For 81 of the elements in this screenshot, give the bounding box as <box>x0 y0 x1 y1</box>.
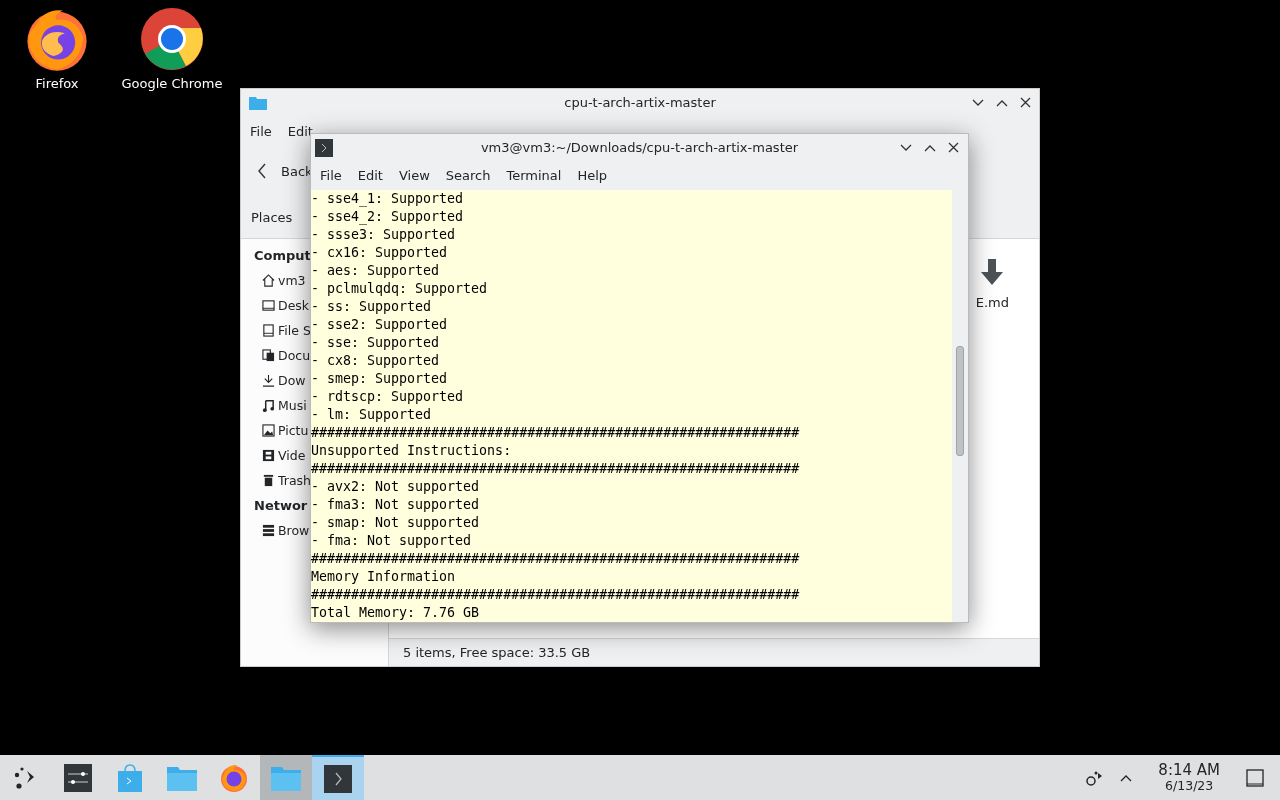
terminal-line: - ss: Supported <box>311 299 432 314</box>
terminal-line: Unsupported Instructions: <box>311 443 512 458</box>
server-icon <box>262 524 275 537</box>
film-icon <box>262 449 275 462</box>
show-desktop-icon[interactable] <box>1246 768 1264 787</box>
terminal-line: - fma3: Not supported <box>311 497 480 512</box>
maximize-icon[interactable] <box>996 98 1008 107</box>
trash-icon <box>262 474 275 487</box>
terminal-line: - pclmulqdq: Supported <box>311 281 488 296</box>
menu-item[interactable]: View <box>390 168 438 183</box>
terminal-line: - sse4_1: Supported <box>311 191 464 206</box>
status-bar-text: 5 items, Free space: 33.5 GB <box>403 645 591 660</box>
menu-item[interactable]: File <box>250 123 272 139</box>
sidebar-item[interactable]: Pictu <box>278 423 309 438</box>
terminal-line: Total Memory: 7.76 GB <box>311 605 480 620</box>
minimize-icon[interactable] <box>900 143 912 152</box>
terminal-line: - lm: Supported <box>311 407 432 422</box>
terminal-line: - sse4_2: Supported <box>311 209 464 224</box>
menu-item[interactable]: Help <box>569 168 616 183</box>
scrollbar-thumb[interactable] <box>956 346 964 456</box>
menu-item[interactable]: File <box>312 168 350 183</box>
sidebar-heading: Comput <box>254 248 311 263</box>
terminal-line: ############################################################# <box>311 461 800 476</box>
terminal-line: - cx16: Supported <box>311 245 448 260</box>
sliders-icon[interactable] <box>64 763 92 792</box>
sidebar-item[interactable]: vm3 <box>278 273 306 288</box>
clock-time[interactable]: 8:14 AM <box>1158 762 1220 778</box>
image-icon <box>262 424 275 437</box>
desktop-icon-label[interactable]: Firefox <box>35 76 79 91</box>
sidebar-heading: Networ <box>254 498 308 513</box>
terminal-line: ############################################################# <box>311 551 800 566</box>
terminal-line: - sse: Supported <box>311 335 440 350</box>
file-name[interactable]: E.md <box>975 295 1009 310</box>
chevron-up-icon[interactable] <box>1120 773 1133 782</box>
places-label: Places <box>251 209 293 225</box>
terminal-line: - aes: Supported <box>311 263 440 278</box>
menu-item[interactable]: Edit <box>349 168 391 183</box>
terminal-line: - avx2: Not supported <box>311 479 480 494</box>
window-title: vm3@vm3:~/Downloads/cpu-t-arch-artix-master <box>480 140 799 155</box>
terminal-line: - smep: Supported <box>311 371 448 386</box>
download-icon <box>262 374 275 387</box>
terminal-line: - ssse3: Supported <box>311 227 456 242</box>
music-note-icon <box>262 399 275 412</box>
terminal-icon[interactable] <box>324 764 352 793</box>
drive-icon <box>262 324 275 337</box>
chrome-icon[interactable] <box>139 6 205 72</box>
terminal-line: - smap: Not supported <box>311 515 480 530</box>
home-icon <box>262 274 275 287</box>
menu-item[interactable]: Search <box>437 168 499 183</box>
menu-item[interactable]: Edit <box>287 123 313 139</box>
sidebar-item[interactable]: File S <box>278 323 311 338</box>
terminal-line: ############################################################# <box>311 425 800 440</box>
back-icon[interactable] <box>257 163 267 179</box>
desktop-icon-label[interactable]: Google Chrome <box>121 76 223 91</box>
sidebar-item[interactable]: Trash <box>278 473 312 488</box>
terminal-icon <box>315 138 333 157</box>
terminal-line: - sse2: Supported <box>311 317 448 332</box>
sidebar-item[interactable]: Dow <box>278 373 306 388</box>
close-icon[interactable] <box>948 142 959 153</box>
window-title: cpu-t-arch-artix-master <box>564 95 716 110</box>
menu-item[interactable]: Terminal <box>498 168 570 183</box>
download-arrow-icon[interactable] <box>981 259 1004 285</box>
sidebar-item[interactable]: Docu <box>278 348 311 363</box>
sidebar-item[interactable]: Brow <box>278 523 310 538</box>
monitor-icon <box>262 299 275 312</box>
close-icon[interactable] <box>1020 97 1031 108</box>
folder-icon <box>249 95 267 110</box>
sidebar-item[interactable]: Vide <box>278 448 306 463</box>
sidebar-item[interactable]: Musi <box>278 398 307 413</box>
terminal-line: ############################################################# <box>311 587 800 602</box>
terminal-line: - fma: Not supported <box>311 533 472 548</box>
minimize-icon[interactable] <box>972 98 984 107</box>
document-icon <box>262 349 275 362</box>
terminal-line: - rdtscp: Supported <box>311 389 464 404</box>
clock-date[interactable]: 6/13/23 <box>1165 777 1214 793</box>
sidebar-item[interactable]: Desk <box>278 298 310 313</box>
terminal-line: - cx8: Supported <box>311 353 440 368</box>
scrollbar[interactable] <box>952 190 968 622</box>
maximize-icon[interactable] <box>924 143 936 152</box>
taskbar-item[interactable] <box>312 755 364 800</box>
terminal-line: Memory Information <box>311 569 456 584</box>
